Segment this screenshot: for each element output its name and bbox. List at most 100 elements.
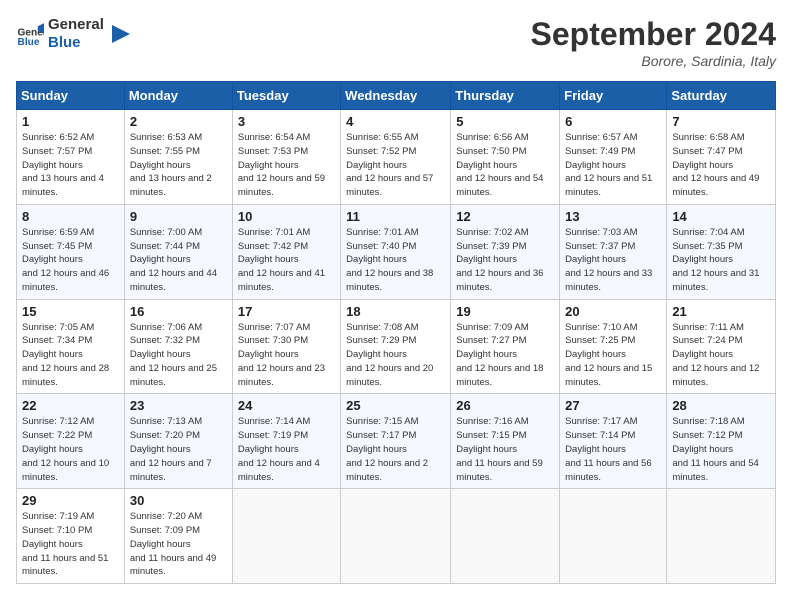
day-info: Sunrise: 7:20 AM Sunset: 7:09 PM Dayligh… (130, 510, 227, 579)
table-row: 25 Sunrise: 7:15 AM Sunset: 7:17 PM Dayl… (341, 394, 451, 489)
col-tuesday: Tuesday (232, 82, 340, 110)
day-number: 16 (130, 304, 227, 319)
day-number: 20 (565, 304, 661, 319)
col-monday: Monday (124, 82, 232, 110)
table-row: 3 Sunrise: 6:54 AM Sunset: 7:53 PM Dayli… (232, 110, 340, 205)
table-row: 12 Sunrise: 7:02 AM Sunset: 7:39 PM Dayl… (451, 204, 560, 299)
logo-blue: Blue (48, 34, 104, 52)
table-row: 28 Sunrise: 7:18 AM Sunset: 7:12 PM Dayl… (667, 394, 776, 489)
day-number: 1 (22, 114, 119, 129)
svg-text:Blue: Blue (18, 37, 40, 48)
table-row: 5 Sunrise: 6:56 AM Sunset: 7:50 PM Dayli… (451, 110, 560, 205)
day-info: Sunrise: 7:02 AM Sunset: 7:39 PM Dayligh… (456, 226, 554, 295)
day-info: Sunrise: 7:11 AM Sunset: 7:24 PM Dayligh… (672, 321, 770, 390)
day-info: Sunrise: 7:17 AM Sunset: 7:14 PM Dayligh… (565, 415, 661, 484)
day-info: Sunrise: 7:15 AM Sunset: 7:17 PM Dayligh… (346, 415, 445, 484)
table-row: 19 Sunrise: 7:09 AM Sunset: 7:27 PM Dayl… (451, 299, 560, 394)
table-row: 23 Sunrise: 7:13 AM Sunset: 7:20 PM Dayl… (124, 394, 232, 489)
table-row (232, 489, 340, 584)
day-number: 19 (456, 304, 554, 319)
day-number: 2 (130, 114, 227, 129)
day-number: 29 (22, 493, 119, 508)
table-row: 13 Sunrise: 7:03 AM Sunset: 7:37 PM Dayl… (560, 204, 667, 299)
day-number: 4 (346, 114, 445, 129)
day-number: 21 (672, 304, 770, 319)
table-row: 7 Sunrise: 6:58 AM Sunset: 7:47 PM Dayli… (667, 110, 776, 205)
day-number: 25 (346, 398, 445, 413)
day-info: Sunrise: 7:08 AM Sunset: 7:29 PM Dayligh… (346, 321, 445, 390)
day-info: Sunrise: 7:12 AM Sunset: 7:22 PM Dayligh… (22, 415, 119, 484)
day-info: Sunrise: 6:53 AM Sunset: 7:55 PM Dayligh… (130, 131, 227, 200)
table-row: 6 Sunrise: 6:57 AM Sunset: 7:49 PM Dayli… (560, 110, 667, 205)
table-row: 4 Sunrise: 6:55 AM Sunset: 7:52 PM Dayli… (341, 110, 451, 205)
logo-general: General (48, 16, 104, 34)
col-sunday: Sunday (17, 82, 125, 110)
table-row: 1 Sunrise: 6:52 AM Sunset: 7:57 PM Dayli… (17, 110, 125, 205)
table-row: 22 Sunrise: 7:12 AM Sunset: 7:22 PM Dayl… (17, 394, 125, 489)
table-row: 9 Sunrise: 7:00 AM Sunset: 7:44 PM Dayli… (124, 204, 232, 299)
day-number: 13 (565, 209, 661, 224)
day-number: 27 (565, 398, 661, 413)
day-number: 8 (22, 209, 119, 224)
day-info: Sunrise: 6:52 AM Sunset: 7:57 PM Dayligh… (22, 131, 119, 200)
day-info: Sunrise: 7:04 AM Sunset: 7:35 PM Dayligh… (672, 226, 770, 295)
day-number: 9 (130, 209, 227, 224)
table-row: 16 Sunrise: 7:06 AM Sunset: 7:32 PM Dayl… (124, 299, 232, 394)
day-info: Sunrise: 7:13 AM Sunset: 7:20 PM Dayligh… (130, 415, 227, 484)
col-thursday: Thursday (451, 82, 560, 110)
table-row: 18 Sunrise: 7:08 AM Sunset: 7:29 PM Dayl… (341, 299, 451, 394)
logo-icon: General Blue (16, 20, 44, 48)
table-row: 17 Sunrise: 7:07 AM Sunset: 7:30 PM Dayl… (232, 299, 340, 394)
col-friday: Friday (560, 82, 667, 110)
day-number: 5 (456, 114, 554, 129)
day-number: 3 (238, 114, 335, 129)
calendar-week-1: 1 Sunrise: 6:52 AM Sunset: 7:57 PM Dayli… (17, 110, 776, 205)
day-number: 24 (238, 398, 335, 413)
day-info: Sunrise: 6:56 AM Sunset: 7:50 PM Dayligh… (456, 131, 554, 200)
table-row (667, 489, 776, 584)
day-number: 23 (130, 398, 227, 413)
table-row (560, 489, 667, 584)
day-number: 22 (22, 398, 119, 413)
day-number: 14 (672, 209, 770, 224)
calendar-week-5: 29 Sunrise: 7:19 AM Sunset: 7:10 PM Dayl… (17, 489, 776, 584)
day-number: 26 (456, 398, 554, 413)
table-row: 2 Sunrise: 6:53 AM Sunset: 7:55 PM Dayli… (124, 110, 232, 205)
day-number: 18 (346, 304, 445, 319)
day-info: Sunrise: 7:01 AM Sunset: 7:40 PM Dayligh… (346, 226, 445, 295)
day-info: Sunrise: 6:59 AM Sunset: 7:45 PM Dayligh… (22, 226, 119, 295)
day-info: Sunrise: 7:06 AM Sunset: 7:32 PM Dayligh… (130, 321, 227, 390)
day-info: Sunrise: 6:54 AM Sunset: 7:53 PM Dayligh… (238, 131, 335, 200)
calendar-header-row: Sunday Monday Tuesday Wednesday Thursday… (17, 82, 776, 110)
day-number: 28 (672, 398, 770, 413)
day-info: Sunrise: 7:14 AM Sunset: 7:19 PM Dayligh… (238, 415, 335, 484)
day-info: Sunrise: 7:07 AM Sunset: 7:30 PM Dayligh… (238, 321, 335, 390)
page-header: General Blue General Blue September 2024… (16, 16, 776, 69)
col-wednesday: Wednesday (341, 82, 451, 110)
day-number: 6 (565, 114, 661, 129)
table-row: 21 Sunrise: 7:11 AM Sunset: 7:24 PM Dayl… (667, 299, 776, 394)
table-row: 26 Sunrise: 7:16 AM Sunset: 7:15 PM Dayl… (451, 394, 560, 489)
table-row: 8 Sunrise: 6:59 AM Sunset: 7:45 PM Dayli… (17, 204, 125, 299)
day-info: Sunrise: 6:58 AM Sunset: 7:47 PM Dayligh… (672, 131, 770, 200)
table-row: 10 Sunrise: 7:01 AM Sunset: 7:42 PM Dayl… (232, 204, 340, 299)
day-info: Sunrise: 7:16 AM Sunset: 7:15 PM Dayligh… (456, 415, 554, 484)
table-row: 29 Sunrise: 7:19 AM Sunset: 7:10 PM Dayl… (17, 489, 125, 584)
calendar-week-4: 22 Sunrise: 7:12 AM Sunset: 7:22 PM Dayl… (17, 394, 776, 489)
day-info: Sunrise: 7:18 AM Sunset: 7:12 PM Dayligh… (672, 415, 770, 484)
table-row (451, 489, 560, 584)
day-info: Sunrise: 7:09 AM Sunset: 7:27 PM Dayligh… (456, 321, 554, 390)
day-number: 15 (22, 304, 119, 319)
day-number: 10 (238, 209, 335, 224)
location: Borore, Sardinia, Italy (531, 53, 776, 69)
day-info: Sunrise: 6:55 AM Sunset: 7:52 PM Dayligh… (346, 131, 445, 200)
logo: General Blue General Blue (16, 16, 130, 52)
col-saturday: Saturday (667, 82, 776, 110)
calendar-table: Sunday Monday Tuesday Wednesday Thursday… (16, 81, 776, 584)
table-row: 30 Sunrise: 7:20 AM Sunset: 7:09 PM Dayl… (124, 489, 232, 584)
day-info: Sunrise: 7:19 AM Sunset: 7:10 PM Dayligh… (22, 510, 119, 579)
calendar-week-3: 15 Sunrise: 7:05 AM Sunset: 7:34 PM Dayl… (17, 299, 776, 394)
calendar-week-2: 8 Sunrise: 6:59 AM Sunset: 7:45 PM Dayli… (17, 204, 776, 299)
day-info: Sunrise: 7:01 AM Sunset: 7:42 PM Dayligh… (238, 226, 335, 295)
day-info: Sunrise: 7:03 AM Sunset: 7:37 PM Dayligh… (565, 226, 661, 295)
